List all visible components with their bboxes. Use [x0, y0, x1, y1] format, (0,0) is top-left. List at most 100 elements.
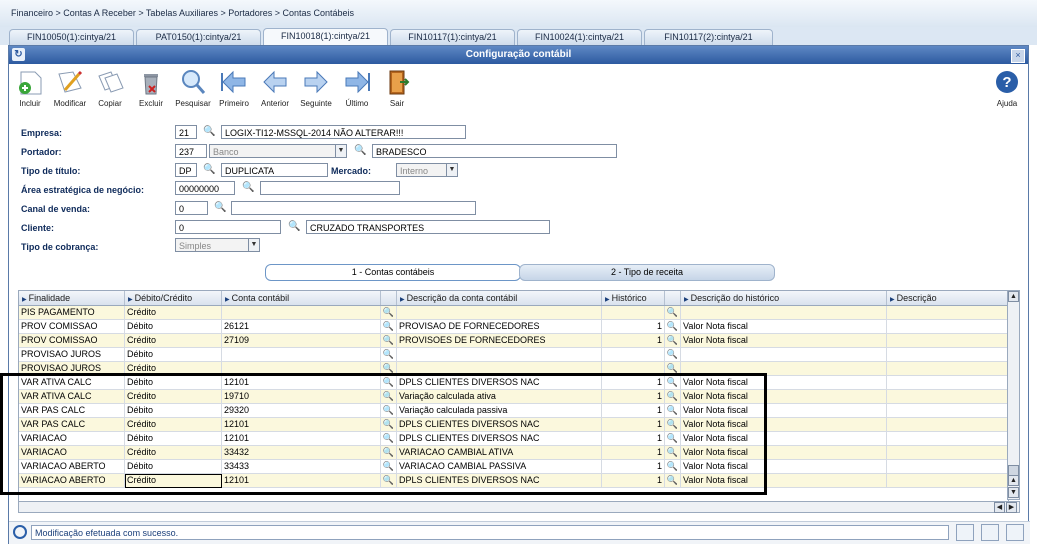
copiar-button[interactable]: Copiar: [89, 66, 131, 110]
finalidade-cell[interactable]: PROVISAO JUROS: [19, 348, 125, 362]
table-row[interactable]: PROV COMISSAO Débito 26121 🔍 PROVISAO DE FOR…: [19, 320, 1008, 334]
historico-cell[interactable]: [602, 348, 665, 362]
descricao-conta-cell[interactable]: PROVISOES DE FORNECEDORES: [397, 334, 602, 348]
historico-cell[interactable]: 1: [602, 334, 665, 348]
lookup-icon[interactable]: 🔍: [381, 334, 397, 348]
debito-credito-cell[interactable]: Débito: [125, 348, 222, 362]
historico-cell[interactable]: 1: [602, 320, 665, 334]
conta-cell[interactable]: 26121: [222, 320, 381, 334]
pesquisar-button[interactable]: Pesquisar: [172, 66, 214, 110]
lookup-icon[interactable]: 🔍: [381, 320, 397, 334]
primeiro-button[interactable]: Primeiro: [213, 66, 255, 110]
grid-vertical-scrollbar[interactable]: ▲ ▲ ▼: [1007, 290, 1020, 500]
conta-cell[interactable]: 27109: [222, 334, 381, 348]
col-descricao-conta[interactable]: ▶ Descrição da conta contábil: [397, 291, 602, 305]
cliente-code-field[interactable]: 0: [175, 220, 281, 234]
descricao-cell[interactable]: [887, 474, 1008, 488]
descricao-historico-cell[interactable]: [681, 306, 887, 320]
col-historico[interactable]: ▶ Histórico: [602, 291, 665, 305]
scroll-page-up-icon[interactable]: ▲: [1008, 475, 1019, 486]
status-chat-icon[interactable]: [1006, 524, 1024, 541]
conta-cell[interactable]: [222, 348, 381, 362]
descricao-historico-cell[interactable]: Valor Nota fiscal: [681, 320, 887, 334]
scroll-up-icon[interactable]: ▲: [1008, 291, 1019, 302]
table-row[interactable]: PIS PAGAMENTO Crédito 🔍 🔍: [19, 306, 1008, 320]
excluir-button[interactable]: Excluir: [130, 66, 172, 110]
empresa-code-field[interactable]: 21: [175, 125, 197, 139]
descricao-cell[interactable]: [887, 446, 1008, 460]
lookup-icon[interactable]: 🔍: [381, 348, 397, 362]
lookup-icon[interactable]: 🔍: [665, 334, 681, 348]
historico-cell[interactable]: [602, 306, 665, 320]
descricao-conta-cell[interactable]: [397, 306, 602, 320]
modificar-button[interactable]: Modificar: [49, 66, 91, 110]
area-lookup-icon[interactable]: 🔍: [242, 182, 254, 194]
descricao-historico-cell[interactable]: Valor Nota fiscal: [681, 334, 887, 348]
descricao-cell[interactable]: [887, 320, 1008, 334]
tipo-titulo-lookup-icon[interactable]: 🔍: [203, 164, 215, 176]
descricao-cell[interactable]: [887, 376, 1008, 390]
debito-credito-cell[interactable]: Crédito: [125, 306, 222, 320]
scroll-down-icon[interactable]: ▼: [1008, 487, 1019, 498]
tab-contas-contabeis[interactable]: 1 - Contas contábeis: [265, 264, 521, 281]
descricao-cell[interactable]: [887, 460, 1008, 474]
descricao-cell[interactable]: [887, 362, 1008, 376]
col-descricao[interactable]: ▶ Descrição: [887, 291, 1008, 305]
col-debito-credito[interactable]: ▶ Débito/Crédito: [125, 291, 222, 305]
portador-code-field[interactable]: 237: [175, 144, 207, 158]
col-finalidade[interactable]: ▶ Finalidade: [19, 291, 125, 305]
descricao-conta-cell[interactable]: [397, 348, 602, 362]
seguinte-button[interactable]: Seguinte: [295, 66, 337, 110]
tab-fin10117-2[interactable]: FIN10117(2):cintya/21: [644, 29, 773, 45]
scroll-left-icon[interactable]: ◀: [994, 502, 1005, 513]
tab-fin10117-1[interactable]: FIN10117(1):cintya/21: [390, 29, 515, 45]
table-row[interactable]: PROVISAO JUROS Débito 🔍 🔍: [19, 348, 1008, 362]
status-link-icon[interactable]: [956, 524, 974, 541]
descricao-cell[interactable]: [887, 306, 1008, 320]
ajuda-button[interactable]: ? Ajuda: [986, 66, 1028, 110]
descricao-historico-cell[interactable]: [681, 348, 887, 362]
scroll-right-icon[interactable]: ▶: [1006, 502, 1017, 513]
incluir-button[interactable]: Incluir: [9, 66, 51, 110]
anterior-button[interactable]: Anterior: [254, 66, 296, 110]
lookup-icon[interactable]: 🔍: [665, 320, 681, 334]
tab-pat0150[interactable]: PAT0150(1):cintya/21: [136, 29, 261, 45]
mercado-select[interactable]: Interno: [396, 163, 448, 177]
debito-credito-cell[interactable]: Débito: [125, 320, 222, 334]
portador-type-chevron-down-icon[interactable]: ▼: [335, 144, 347, 158]
tab-fin10018[interactable]: FIN10018(1):cintya/21: [263, 28, 388, 46]
tab-fin10024[interactable]: FIN10024(1):cintya/21: [517, 29, 642, 45]
cobranca-chevron-down-icon[interactable]: ▼: [248, 238, 260, 252]
descricao-cell[interactable]: [887, 390, 1008, 404]
status-print-icon[interactable]: [981, 524, 999, 541]
lookup-icon[interactable]: 🔍: [665, 348, 681, 362]
descricao-cell[interactable]: [887, 432, 1008, 446]
conta-cell[interactable]: [222, 306, 381, 320]
mercado-chevron-down-icon[interactable]: ▼: [446, 163, 458, 177]
table-row[interactable]: PROV COMISSAO Crédito 27109 🔍 PROVISOES DE F…: [19, 334, 1008, 348]
descricao-cell[interactable]: [887, 334, 1008, 348]
area-code-field[interactable]: 00000000: [175, 181, 235, 195]
tipo-titulo-code-field[interactable]: DP: [175, 163, 197, 177]
empresa-lookup-icon[interactable]: 🔍: [203, 126, 215, 138]
tab-tipo-receita[interactable]: 2 - Tipo de receita: [519, 264, 775, 281]
debito-credito-cell[interactable]: Crédito: [125, 334, 222, 348]
descricao-conta-cell[interactable]: PROVISAO DE FORNECEDORES: [397, 320, 602, 334]
descricao-cell[interactable]: [887, 404, 1008, 418]
ultimo-button[interactable]: Último: [336, 66, 378, 110]
window-close-icon[interactable]: ×: [1011, 49, 1025, 63]
tab-fin10050[interactable]: FIN10050(1):cintya/21: [9, 29, 134, 45]
col-conta-contabil[interactable]: ▶ Conta contábil: [222, 291, 381, 305]
col-descricao-historico[interactable]: ▶ Descrição do histórico: [681, 291, 887, 305]
finalidade-cell[interactable]: PROV COMISSAO: [19, 334, 125, 348]
portador-lookup-icon[interactable]: 🔍: [354, 145, 366, 157]
descricao-cell[interactable]: [887, 348, 1008, 362]
canal-code-field[interactable]: 0: [175, 201, 208, 215]
lookup-icon[interactable]: 🔍: [665, 306, 681, 320]
finalidade-cell[interactable]: PIS PAGAMENTO: [19, 306, 125, 320]
canal-lookup-icon[interactable]: 🔍: [214, 202, 226, 214]
lookup-icon[interactable]: 🔍: [381, 306, 397, 320]
portador-type-select[interactable]: Banco: [209, 144, 336, 158]
sair-button[interactable]: Sair: [376, 66, 418, 110]
grid-horizontal-scrollbar[interactable]: ◀ ▶: [18, 501, 1020, 513]
